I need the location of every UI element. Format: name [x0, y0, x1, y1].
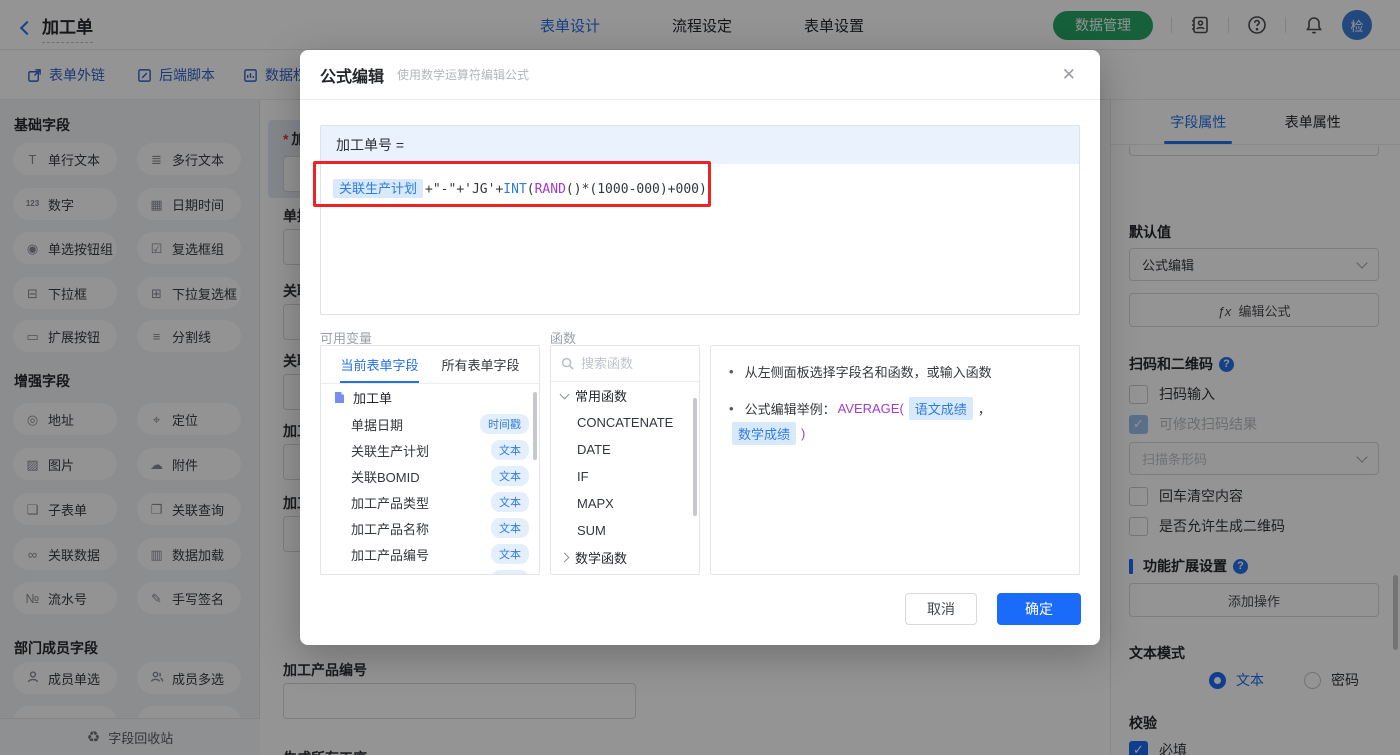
- function-item[interactable]: MAPX: [551, 490, 699, 517]
- type-badge: 文本: [491, 466, 529, 486]
- function-item[interactable]: DATE: [551, 436, 699, 463]
- modal-subtitle: 使用数学运算符编辑公式: [397, 68, 530, 82]
- function-group-text[interactable]: 文本函数: [551, 571, 699, 574]
- function-list: CONCATENATE DATE IF MAPX SUM: [551, 409, 699, 544]
- variable-item[interactable]: 加工产品编号 文本: [321, 541, 539, 567]
- function-search: [551, 346, 699, 382]
- search-input[interactable]: [581, 356, 681, 371]
- close-icon[interactable]: ✕: [1062, 65, 1076, 85]
- type-badge: 文本: [491, 544, 529, 564]
- example-chip: 数学成绩: [732, 422, 797, 445]
- variable-item[interactable]: 加工产品类型 文本: [321, 489, 539, 515]
- caret-collapsed-icon: [559, 552, 570, 563]
- tips-panel: • 从左侧面板选择字段名和函数，或输入函数 • 公式编辑举例： AVERAGE(…: [710, 345, 1080, 575]
- search-icon: [561, 357, 574, 370]
- example-function-name: AVERAGE(: [837, 401, 904, 416]
- variables-list: 单据日期 时间戳 关联生产计划 文本 关联BOMID 文本 加工产品类型 文本 …: [321, 411, 539, 574]
- type-badge: 时间戳: [480, 414, 529, 434]
- modal-title: 公式编辑: [320, 68, 385, 86]
- form-designer-app: 加工单 表单设计 流程设定 表单设置 数据管理 检 表单外链 后端脚本 数据权 …: [0, 0, 1400, 755]
- variable-chip[interactable]: 关联生产计划: [333, 179, 424, 198]
- function-item[interactable]: SUM: [551, 517, 699, 544]
- type-badge: 文本: [491, 570, 529, 574]
- function-item[interactable]: CONCATENATE: [551, 409, 699, 436]
- modal-header: 公式编辑 使用数学运算符编辑公式: [300, 50, 1100, 100]
- tab-current-form-fields[interactable]: 当前表单字段: [340, 346, 419, 383]
- variable-item[interactable]: 关联BOMID 文本: [321, 463, 539, 489]
- functions-panel: 常用函数 CONCATENATE DATE IF MAPX SUM 数学函数: [550, 345, 700, 575]
- variable-item[interactable]: 加工产品名称 文本: [321, 515, 539, 541]
- type-badge: 文本: [491, 518, 529, 538]
- tab-all-form-fields[interactable]: 所有表单字段: [441, 346, 519, 383]
- type-badge: 文本: [491, 440, 529, 460]
- caret-expanded-icon: [559, 389, 570, 399]
- cancel-button[interactable]: 取消: [905, 593, 977, 625]
- function-item[interactable]: IF: [551, 463, 699, 490]
- document-icon: [335, 392, 344, 403]
- scrollbar-thumb[interactable]: [693, 398, 697, 516]
- variables-panel: 当前表单字段 所有表单字段 加工单 单据日期 时间戳 关联生产计划 文本 关联B…: [320, 345, 540, 575]
- function-group-common[interactable]: 常用函数: [551, 382, 699, 409]
- variable-item[interactable]: 生成所有工序 文本: [321, 567, 539, 574]
- formula-edit-modal: 公式编辑 使用数学运算符编辑公式 ✕ 加工单号 = 关联生产计划 +"-"+'JG…: [300, 50, 1100, 645]
- variables-root-node[interactable]: 加工单: [321, 384, 539, 411]
- function-group-math[interactable]: 数学函数: [551, 544, 699, 571]
- example-chip: 语文成绩: [908, 397, 973, 420]
- variable-item[interactable]: 单据日期 时间戳: [321, 411, 539, 437]
- variables-tabs: 当前表单字段 所有表单字段: [321, 346, 539, 384]
- type-badge: 文本: [491, 492, 529, 512]
- tip-line-1: • 从左侧面板选择字段名和函数，或输入函数: [729, 364, 992, 380]
- formula-editor[interactable]: 加工单号 = 关联生产计划 +"-"+'JG'+INT(RAND()*(1000-…: [320, 125, 1080, 315]
- variable-item[interactable]: 关联生产计划 文本: [321, 437, 539, 463]
- formula-target-label: 加工单号 =: [321, 126, 1079, 164]
- confirm-button[interactable]: 确定: [997, 593, 1081, 625]
- formula-expression[interactable]: 关联生产计划 +"-"+'JG'+INT(RAND()*(1000-000)+00…: [321, 164, 1079, 211]
- tip-line-2: • 公式编辑举例： AVERAGE( 语文成绩 ， 数学成绩 ): [729, 397, 1061, 445]
- scrollbar-thumb[interactable]: [533, 392, 537, 460]
